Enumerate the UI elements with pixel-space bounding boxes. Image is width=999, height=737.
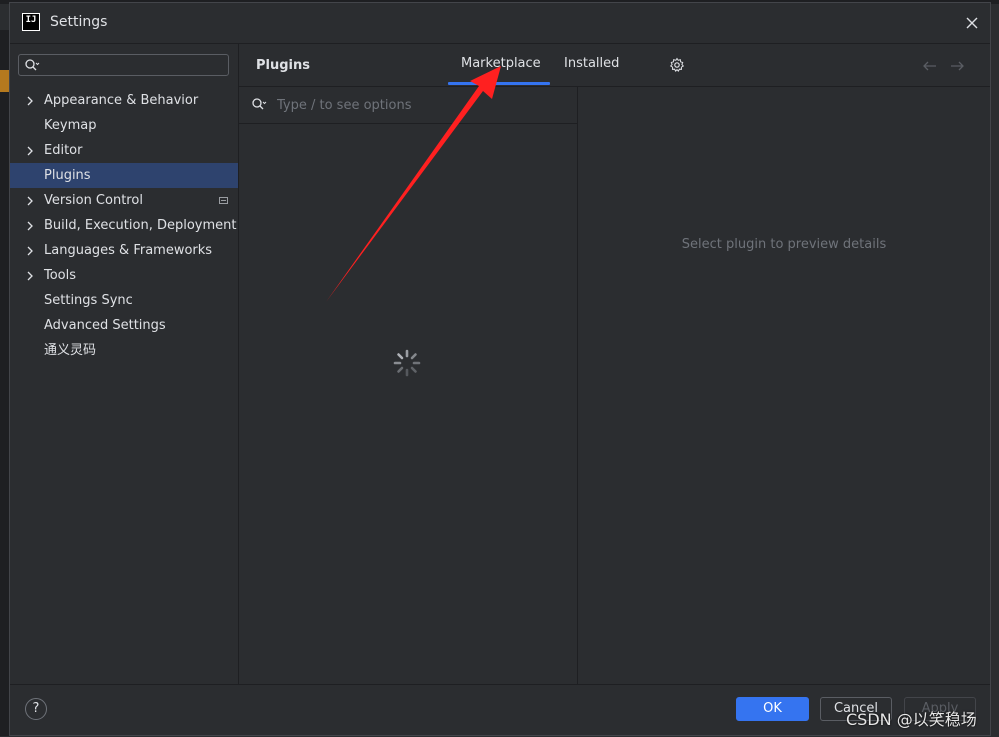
sidebar-item-label: Appearance & Behavior <box>44 93 199 108</box>
sidebar-item-label: Settings Sync <box>44 293 133 308</box>
sidebar-item-label: Build, Execution, Deployment <box>44 218 237 233</box>
plugins-header: Plugins Marketplace Installed <box>239 44 990 87</box>
sidebar-item[interactable]: Version Control <box>10 188 238 213</box>
plugin-settings-button[interactable] <box>669 57 685 77</box>
sidebar-item[interactable]: Settings Sync <box>10 288 238 313</box>
sidebar-item[interactable]: Languages & Frameworks <box>10 238 238 263</box>
settings-dialog: IJ Settings Appearance & Behavior Keymap E… <box>9 2 991 736</box>
sidebar-item[interactable]: Editor <box>10 138 238 163</box>
arrow-right-icon <box>951 61 964 71</box>
project-level-icon <box>219 197 228 204</box>
sidebar-item[interactable]: Plugins <box>10 163 238 188</box>
chevron-right-icon[interactable] <box>24 213 38 238</box>
settings-sidebar: Appearance & Behavior Keymap Editor Plugins… <box>10 44 238 684</box>
title-bar: IJ Settings <box>10 3 990 44</box>
sidebar-item-label: Version Control <box>44 193 143 208</box>
active-tab-indicator <box>448 82 550 85</box>
back-button[interactable] <box>922 60 938 76</box>
tab-installed[interactable]: Installed <box>564 56 619 71</box>
chevron-right-icon[interactable] <box>24 238 38 263</box>
sidebar-item-label: Languages & Frameworks <box>44 243 213 258</box>
settings-search[interactable] <box>18 54 229 76</box>
ok-button[interactable]: OK <box>736 697 809 721</box>
chevron-right-icon[interactable] <box>24 188 38 213</box>
arrow-left-icon <box>923 61 936 71</box>
sidebar-item[interactable]: Appearance & Behavior <box>10 88 238 113</box>
sidebar-item-label: Tools <box>44 268 77 283</box>
plugin-list-pane <box>239 86 578 684</box>
sidebar-item-label: Keymap <box>44 118 97 133</box>
close-button[interactable] <box>962 13 982 33</box>
background-ide-edge <box>0 30 9 736</box>
sidebar-item-label: Advanced Settings <box>44 318 166 333</box>
sidebar-item[interactable]: Keymap <box>10 113 238 138</box>
close-icon <box>966 17 978 29</box>
chevron-right-icon[interactable] <box>24 138 38 163</box>
watermark: CSDN @以笑稳场 <box>846 710 977 729</box>
sidebar-item-label: 通义灵码 <box>44 343 97 358</box>
sidebar-item[interactable]: Tools <box>10 263 238 288</box>
details-placeholder: Select plugin to preview details <box>681 237 887 252</box>
chevron-right-icon[interactable] <box>24 88 38 113</box>
page-title: Plugins <box>256 58 310 73</box>
plugin-search <box>239 86 577 124</box>
search-icon <box>252 98 267 110</box>
sidebar-item[interactable]: 通义灵码 <box>10 338 238 363</box>
settings-tree: Appearance & Behavior Keymap Editor Plugins… <box>10 88 238 363</box>
sidebar-item[interactable]: Advanced Settings <box>10 313 238 338</box>
loading-spinner-icon <box>392 348 422 382</box>
sidebar-item[interactable]: Build, Execution, Deployment <box>10 213 238 238</box>
plugin-details-pane: Select plugin to preview details <box>578 86 990 684</box>
window-title: Settings <box>50 14 108 30</box>
tab-marketplace[interactable]: Marketplace <box>461 56 541 71</box>
chevron-right-icon[interactable] <box>24 263 38 288</box>
forward-button[interactable] <box>949 60 965 76</box>
help-button[interactable]: ? <box>25 698 47 720</box>
intellij-logo-icon: IJ <box>22 13 40 31</box>
gear-icon <box>669 57 685 72</box>
sidebar-item-label: Editor <box>44 143 83 158</box>
background-ide-marker <box>0 70 9 92</box>
dialog-footer: ? OK Cancel Apply <box>10 684 990 737</box>
plugins-page: Plugins Marketplace Installed Type / to … <box>238 44 990 684</box>
settings-search-input[interactable] <box>43 56 227 76</box>
sidebar-item-label: Plugins <box>44 168 91 183</box>
plugin-search-input[interactable] <box>275 95 559 115</box>
search-icon <box>25 59 40 71</box>
